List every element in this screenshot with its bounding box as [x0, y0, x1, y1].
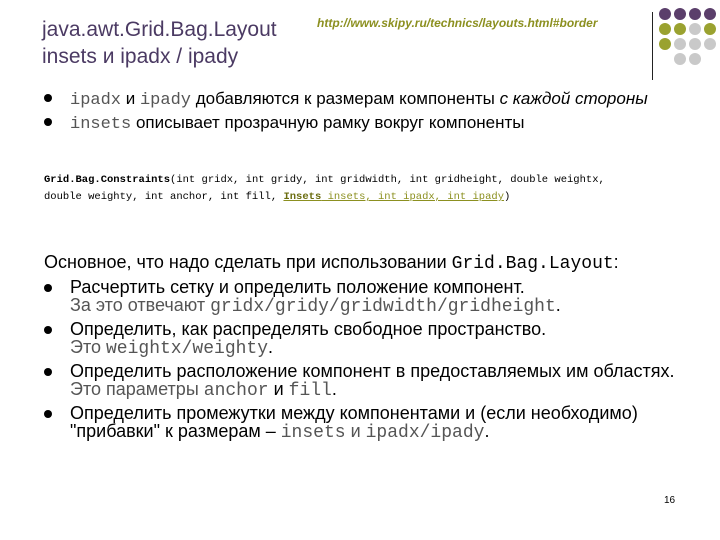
step-code: insets: [280, 423, 346, 443]
decorative-dot: [674, 8, 686, 20]
intro-text: Основное, что надо сделать при использов…: [44, 252, 452, 272]
step-code-2: fill: [288, 381, 332, 401]
bullet-dot-icon: [44, 94, 52, 102]
step-text: Определить расположение компонент в пред…: [70, 361, 675, 381]
bullet-dot-icon: [44, 284, 52, 292]
bullet-ipad: ipadx и ipady добавляются к размерам ком…: [44, 89, 684, 110]
sig-highlight: Insets insets, int ipadx, int ipady: [283, 191, 504, 203]
main-content: Основное, что надо сделать при использов…: [44, 252, 694, 446]
page-number: 16: [664, 495, 676, 506]
step-item: Определить промежутки между компонентами…: [44, 404, 694, 442]
constructor-signature: Grid.Bag.Constraints(int gridx, int grid…: [44, 172, 684, 206]
decorative-dot: [674, 53, 686, 65]
decorative-dot: [659, 8, 671, 20]
title-line-2: insets и ipadx / ipady: [42, 45, 239, 68]
bullet-text: добавляются к размерам компоненты: [190, 89, 500, 108]
slide-title: java.awt.Grid.Bag.Layout insets и ipadx …: [42, 16, 312, 70]
step-mid: и: [268, 379, 289, 399]
step-mid: и: [345, 421, 366, 441]
sig-args-2: double weighty, int anchor, int fill,: [44, 191, 284, 203]
step-end: .: [555, 295, 561, 315]
decorative-dot: [704, 8, 716, 20]
bullet-insets: insets описывает прозрачную рамку вокруг…: [44, 113, 684, 134]
bullet-dot-icon: [44, 326, 52, 334]
sig-end: ): [504, 191, 511, 203]
code-insets: insets: [70, 115, 132, 134]
sig-hl-rest: insets, int ipadx, int ipady: [321, 191, 504, 203]
bullet-text: и: [121, 89, 140, 108]
step-item: Определить расположение компонент в пред…: [44, 362, 694, 400]
sig-name: Grid.Bag.Constraints: [44, 174, 171, 186]
step-note: Это параметры: [70, 379, 204, 399]
bullet-dot-icon: [44, 368, 52, 376]
decorative-dot: [704, 38, 716, 50]
bullet-italic: с каждой стороны: [499, 89, 648, 108]
step-code: anchor: [203, 381, 269, 401]
step-note: За это отвечают: [70, 295, 211, 315]
intro-code: Grid.Bag.Layout: [451, 254, 614, 274]
sig-hl-type: Insets: [283, 191, 322, 203]
step-code: weightx/weighty: [106, 339, 269, 359]
decorative-dot: [689, 23, 701, 35]
step-text: Расчертить сетку и определить положение …: [70, 277, 525, 297]
decorative-dot: [689, 8, 701, 20]
step-end: .: [268, 337, 274, 357]
bullet-text: описывает прозрачную рамку вокруг компон…: [131, 113, 525, 132]
decorative-dot: [689, 53, 701, 65]
decorative-dot: [659, 38, 671, 50]
bullet-dot-icon: [44, 118, 52, 126]
intro-bullets: ipadx и ipady добавляются к размерам ком…: [44, 89, 684, 137]
intro-end: :: [613, 252, 619, 272]
title-line-1: java.awt.Grid.Bag.Layout: [42, 18, 277, 41]
code-ipady: ipady: [139, 91, 191, 110]
main-intro: Основное, что надо сделать при использов…: [44, 252, 694, 274]
code-ipadx: ipadx: [70, 91, 122, 110]
decorative-dot: [704, 23, 716, 35]
step-text: Определить, как распределять свободное п…: [70, 319, 547, 339]
decorative-dot: [674, 38, 686, 50]
bullet-dot-icon: [44, 410, 52, 418]
step-code: gridx/gridy/gridwidth/gridheight: [210, 297, 556, 317]
decorative-dot: [689, 38, 701, 50]
step-end: .: [484, 421, 490, 441]
sig-args-1: (int gridx, int gridy, int gridwidth, in…: [170, 174, 605, 186]
header-divider: [652, 12, 653, 80]
decorative-dot: [659, 23, 671, 35]
decorative-dot-grid: [659, 8, 719, 78]
step-item: Расчертить сетку и определить положение …: [44, 278, 694, 316]
step-code-2: ipadx/ipady: [365, 423, 485, 443]
step-note: Это: [70, 337, 106, 357]
source-url[interactable]: http://www.skipy.ru/technics/layouts.htm…: [317, 16, 598, 30]
step-end: .: [331, 379, 337, 399]
decorative-dot: [674, 23, 686, 35]
step-item: Определить, как распределять свободное п…: [44, 320, 694, 358]
